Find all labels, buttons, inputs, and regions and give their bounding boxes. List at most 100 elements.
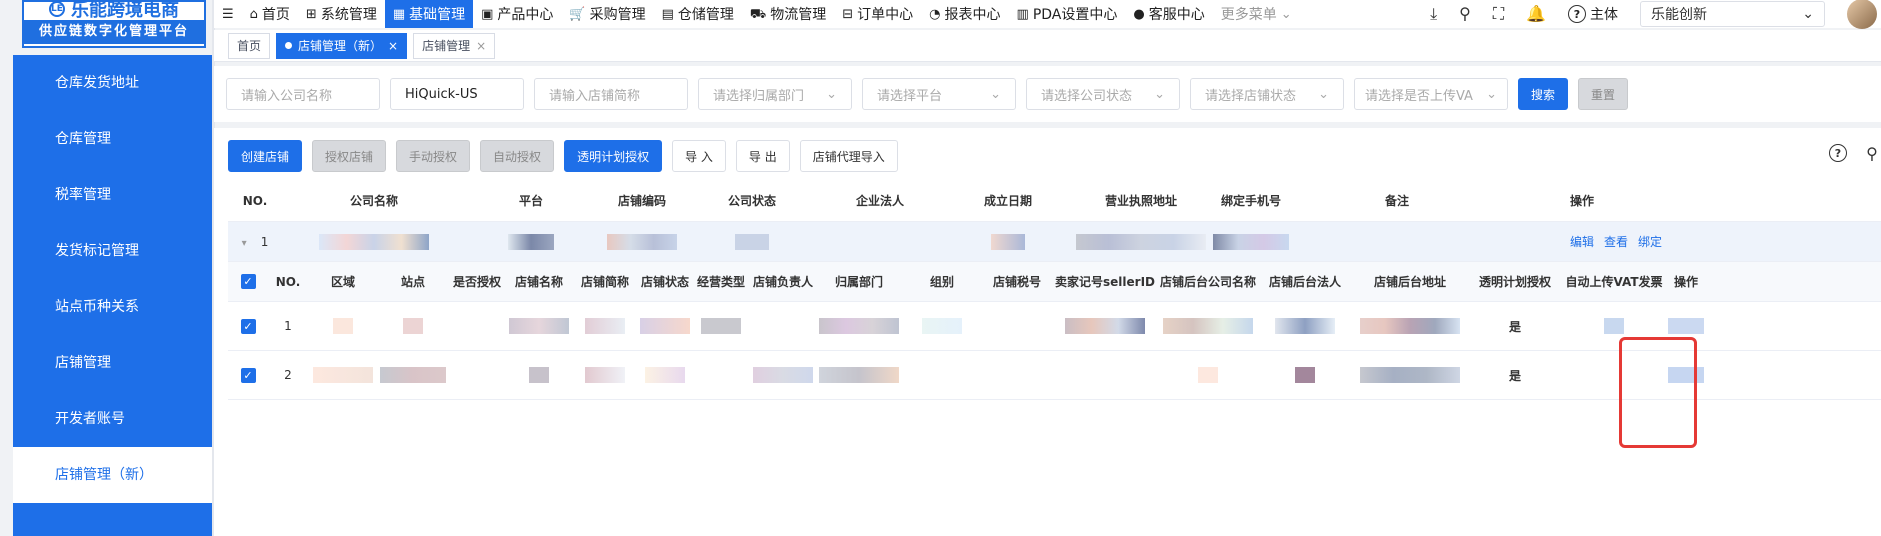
- blurred-cell: [1210, 233, 1292, 250]
- platform-select[interactable]: 请选择平台 ⌄: [862, 78, 1016, 110]
- table-row[interactable]: ▾ 1 编辑 查看 绑定: [228, 222, 1881, 262]
- user-icon: ●: [1133, 6, 1145, 22]
- nav-pda[interactable]: ▥ PDA设置中心: [1009, 0, 1126, 28]
- edit-link[interactable]: 编辑: [1570, 233, 1594, 250]
- sidebar-item-shop[interactable]: 店铺管理: [13, 335, 213, 391]
- help-icon: ?: [1568, 5, 1586, 23]
- chevron-down-icon: ⌄: [1802, 6, 1814, 22]
- pda-icon: ▥: [1016, 6, 1029, 22]
- select-all-checkbox[interactable]: ✓: [240, 274, 256, 289]
- nav-home[interactable]: ⌂ 首页: [242, 0, 298, 28]
- import-button[interactable]: 导 入: [672, 140, 726, 172]
- sidebar-item-shop-new[interactable]: 店铺管理（新）: [13, 447, 213, 503]
- blurred-cell: [638, 318, 692, 334]
- view-link[interactable]: 查看: [1604, 233, 1628, 250]
- tabs-bar: 首页 店铺管理（新） × 店铺管理 ×: [214, 30, 1881, 62]
- bind-link[interactable]: 绑定: [1638, 233, 1662, 250]
- auth-shop-button[interactable]: 授权店铺: [312, 140, 387, 172]
- blurred-cell: [1352, 367, 1468, 383]
- sidebar-item-warehouse[interactable]: 仓库管理: [13, 111, 213, 167]
- agent-import-button[interactable]: 店铺代理导入: [799, 140, 898, 172]
- close-icon[interactable]: ×: [476, 39, 486, 53]
- fullscreen-icon[interactable]: ⛶: [1493, 6, 1504, 22]
- nav-order[interactable]: ⊟ 订单中心: [834, 0, 921, 28]
- sidebar-item-tax-rate[interactable]: 税率管理: [13, 167, 213, 223]
- avatar[interactable]: [1847, 0, 1877, 29]
- reset-button[interactable]: 重置: [1578, 78, 1629, 110]
- sidebar: LE 乐能跨境电商 供应链数字化管理平台 仓库发货地址 仓库管理 税率管理 发货标…: [0, 0, 214, 536]
- blurred-cell: [1052, 318, 1158, 334]
- create-shop-button[interactable]: 创建店铺: [228, 140, 303, 172]
- sidebar-item-shipping-mark[interactable]: 发货标记管理: [13, 223, 213, 279]
- theme-button[interactable]: ? 主体: [1568, 0, 1618, 28]
- search-icon[interactable]: ⚲: [1863, 144, 1881, 163]
- chevron-down-icon: ⌄: [1280, 6, 1292, 22]
- nav-more[interactable]: 更多菜单 ⌄: [1213, 0, 1300, 28]
- nav-report[interactable]: ◔ 报表中心: [921, 0, 1008, 28]
- vat-select[interactable]: 请选择是否上传VA ⌄: [1354, 78, 1508, 110]
- nav-logistics[interactable]: ⛟ 物流管理: [742, 0, 834, 28]
- company-select[interactable]: 乐能创新 ⌄: [1640, 1, 1825, 27]
- shop-shortname-input[interactable]: 请输入店铺简称: [534, 78, 688, 110]
- shop-status-select[interactable]: 请选择店铺状态 ⌄: [1190, 78, 1344, 110]
- export-button[interactable]: 导 出: [735, 140, 790, 172]
- blurred-cell: [1666, 318, 1706, 334]
- blurred-cell: [1352, 318, 1468, 334]
- expand-icon[interactable]: ▾: [242, 238, 247, 249]
- blurred-cell: [638, 367, 692, 383]
- chevron-down-icon: ⌄: [826, 86, 837, 102]
- nav-right: ⤓ ⚲ ⛶ 🔔 ? 主体 乐能创新 ⌄: [1430, 0, 1881, 29]
- hamburger-icon: ☰: [222, 6, 234, 22]
- box-icon: ▣: [481, 6, 494, 22]
- nav-basic[interactable]: ▦ 基础管理: [384, 0, 474, 28]
- row-checkbox[interactable]: ✓: [240, 367, 256, 383]
- blurred-cell: [596, 233, 688, 250]
- chevron-down-icon: ⌄: [1318, 86, 1329, 102]
- company-name-input[interactable]: 请输入公司名称: [226, 78, 380, 110]
- top-nav: ☰ ⌂ 首页 ⊞ 系统管理 ▦ 基础管理 ▣ 产品中心 🛒 采购管理 ▤ 仓储管理 ⛟ 物流管…: [214, 0, 1881, 29]
- search-panel: 请输入公司名称 HiQuick-US 请输入店铺简称 请选择归属部门 ⌄ 请选择平…: [214, 66, 1881, 122]
- keyword-input[interactable]: HiQuick-US: [390, 78, 524, 110]
- table-header: NO. 公司名称 平台 店铺编码 公司状态 企业法人 成立日期 营业执照地址 绑…: [228, 180, 1881, 222]
- blurred-cell: [1158, 367, 1258, 383]
- help-icon[interactable]: ?: [1829, 144, 1847, 162]
- row-checkbox[interactable]: ✓: [240, 318, 256, 334]
- nav-service[interactable]: ● 客服中心: [1125, 0, 1212, 28]
- chevron-down-icon: ⌄: [1486, 86, 1497, 102]
- tab-shop[interactable]: 店铺管理 ×: [413, 32, 496, 59]
- blurred-cell: [750, 367, 816, 383]
- download-icon[interactable]: ⤓: [1430, 6, 1437, 22]
- chevron-down-icon: ⌄: [990, 86, 1001, 102]
- menu-toggle[interactable]: ☰: [214, 0, 242, 28]
- sitemap-icon: ⊞: [305, 6, 317, 22]
- bell-icon[interactable]: 🔔: [1526, 6, 1546, 22]
- sidebar-item-developer[interactable]: 开发者账号: [13, 391, 213, 447]
- auto-auth-button[interactable]: 自动授权: [480, 140, 555, 172]
- nav-warehouse[interactable]: ▤ 仓储管理: [654, 0, 742, 28]
- blurred-cell: [1072, 233, 1210, 250]
- chevron-down-icon: ⌄: [1154, 86, 1165, 102]
- warehouse-icon: ▤: [661, 6, 674, 22]
- close-icon[interactable]: ×: [388, 39, 398, 53]
- transparent-auth-value: 是: [1508, 368, 1521, 383]
- blurred-cell: [1258, 367, 1352, 383]
- chart-icon: ◔: [929, 6, 941, 22]
- truck-icon: ⛟: [749, 6, 767, 22]
- shop-table: NO. 公司名称 平台 店铺编码 公司状态 企业法人 成立日期 营业执照地址 绑…: [228, 180, 1881, 262]
- tab-home[interactable]: 首页: [228, 32, 271, 59]
- search-icon[interactable]: ⚲: [1459, 6, 1471, 22]
- blurred-cell: [688, 233, 816, 250]
- company-status-select[interactable]: 请选择公司状态 ⌄: [1026, 78, 1180, 110]
- sidebar-item-warehouse-address[interactable]: 仓库发货地址: [13, 55, 213, 111]
- department-select[interactable]: 请选择归属部门 ⌄: [698, 78, 852, 110]
- manual-auth-button[interactable]: 手动授权: [396, 140, 471, 172]
- nav-purchase[interactable]: 🛒 采购管理: [561, 0, 653, 28]
- sidebar-item-site-currency[interactable]: 站点币种关系: [13, 279, 213, 335]
- nav-system[interactable]: ⊞ 系统管理: [298, 0, 385, 28]
- transparent-auth-button[interactable]: 透明计划授权: [564, 140, 663, 172]
- search-button[interactable]: 搜索: [1518, 78, 1569, 110]
- tab-shop-new[interactable]: 店铺管理（新） ×: [276, 32, 408, 59]
- blurred-cell: [572, 318, 638, 334]
- grid-icon: ▦: [392, 6, 406, 22]
- nav-product[interactable]: ▣ 产品中心: [473, 0, 561, 28]
